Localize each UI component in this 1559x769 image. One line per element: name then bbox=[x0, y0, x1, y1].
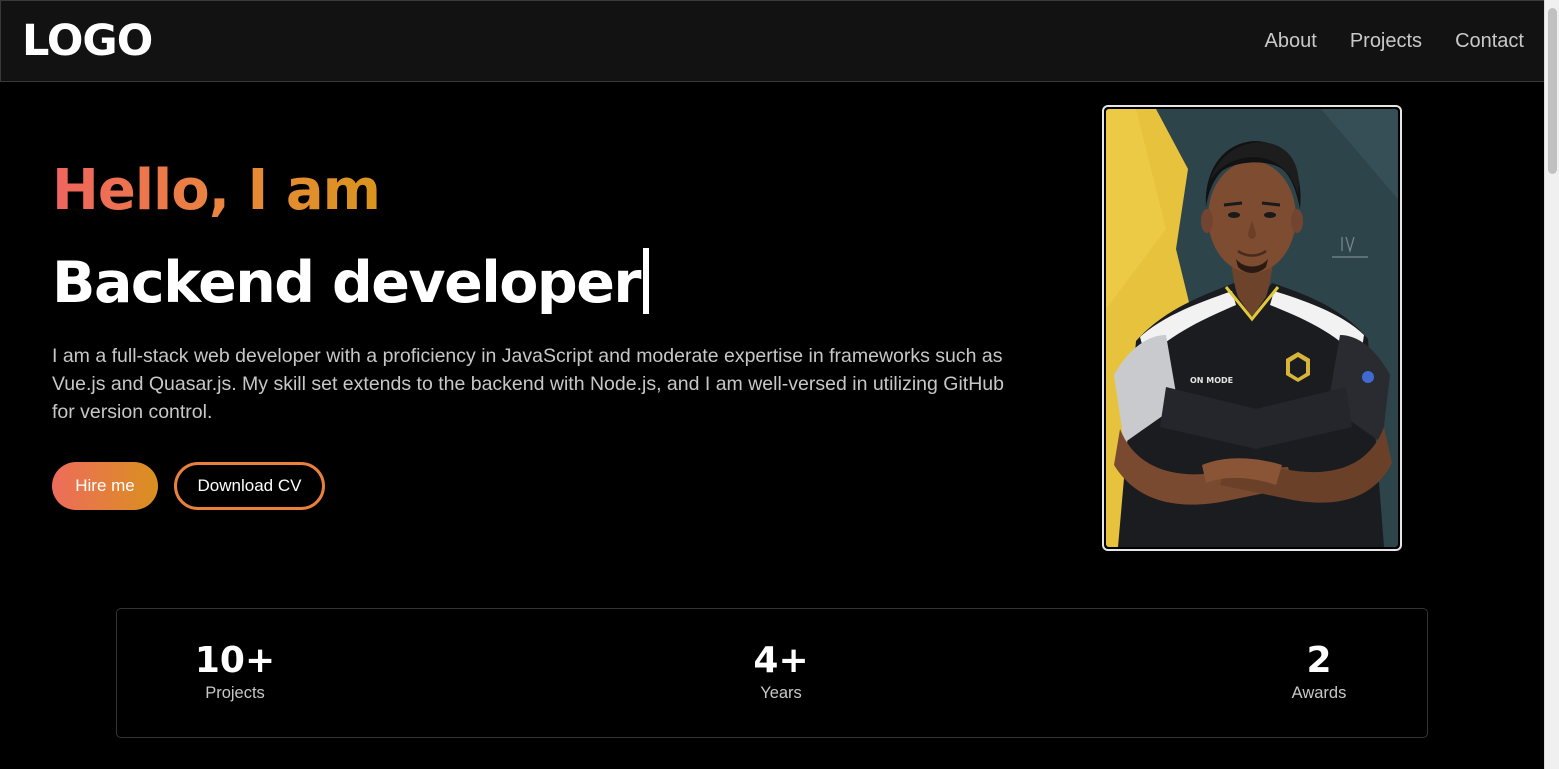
stat-years: 4+ Years bbox=[681, 639, 881, 703]
profile-photo: ON MODE bbox=[1106, 109, 1398, 547]
stat-value: 2 bbox=[1306, 640, 1332, 681]
hero-role-text: Backend developer bbox=[52, 250, 642, 316]
hero-greeting: Hello, I am bbox=[52, 158, 381, 223]
stat-awards: 2 Awards bbox=[1219, 639, 1419, 703]
scrollbar-thumb[interactable] bbox=[1548, 8, 1557, 174]
typing-caret bbox=[643, 248, 650, 314]
stat-label: Awards bbox=[1291, 684, 1347, 702]
nav-links: About Projects Contact bbox=[1265, 30, 1524, 53]
nav-link-about[interactable]: About bbox=[1265, 30, 1317, 53]
nav-link-projects[interactable]: Projects bbox=[1350, 30, 1422, 53]
navbar: LOGO About Projects Contact bbox=[0, 0, 1544, 82]
stat-label: Projects bbox=[205, 684, 265, 702]
download-cv-button[interactable]: Download CV bbox=[174, 462, 325, 510]
logo[interactable]: LOGO bbox=[22, 16, 153, 66]
profile-photo-frame: ON MODE bbox=[1102, 105, 1402, 551]
scrollbar[interactable] bbox=[1544, 0, 1559, 769]
hire-me-button[interactable]: Hire me bbox=[52, 462, 158, 510]
stat-projects: 10+ Projects bbox=[135, 639, 335, 703]
profile-photo-illustration: ON MODE bbox=[1106, 109, 1398, 547]
hero-role: Backend developer bbox=[52, 248, 650, 316]
stat-value: 4+ bbox=[753, 640, 809, 681]
stat-value: 10+ bbox=[194, 640, 276, 681]
stat-label: Years bbox=[760, 684, 802, 702]
stats-panel: 10+ Projects 4+ Years 2 Awards bbox=[116, 608, 1428, 738]
hero-bio: I am a full-stack web developer with a p… bbox=[52, 345, 1004, 423]
jersey-text: ON MODE bbox=[1190, 376, 1233, 385]
nav-link-contact[interactable]: Contact bbox=[1455, 30, 1524, 53]
